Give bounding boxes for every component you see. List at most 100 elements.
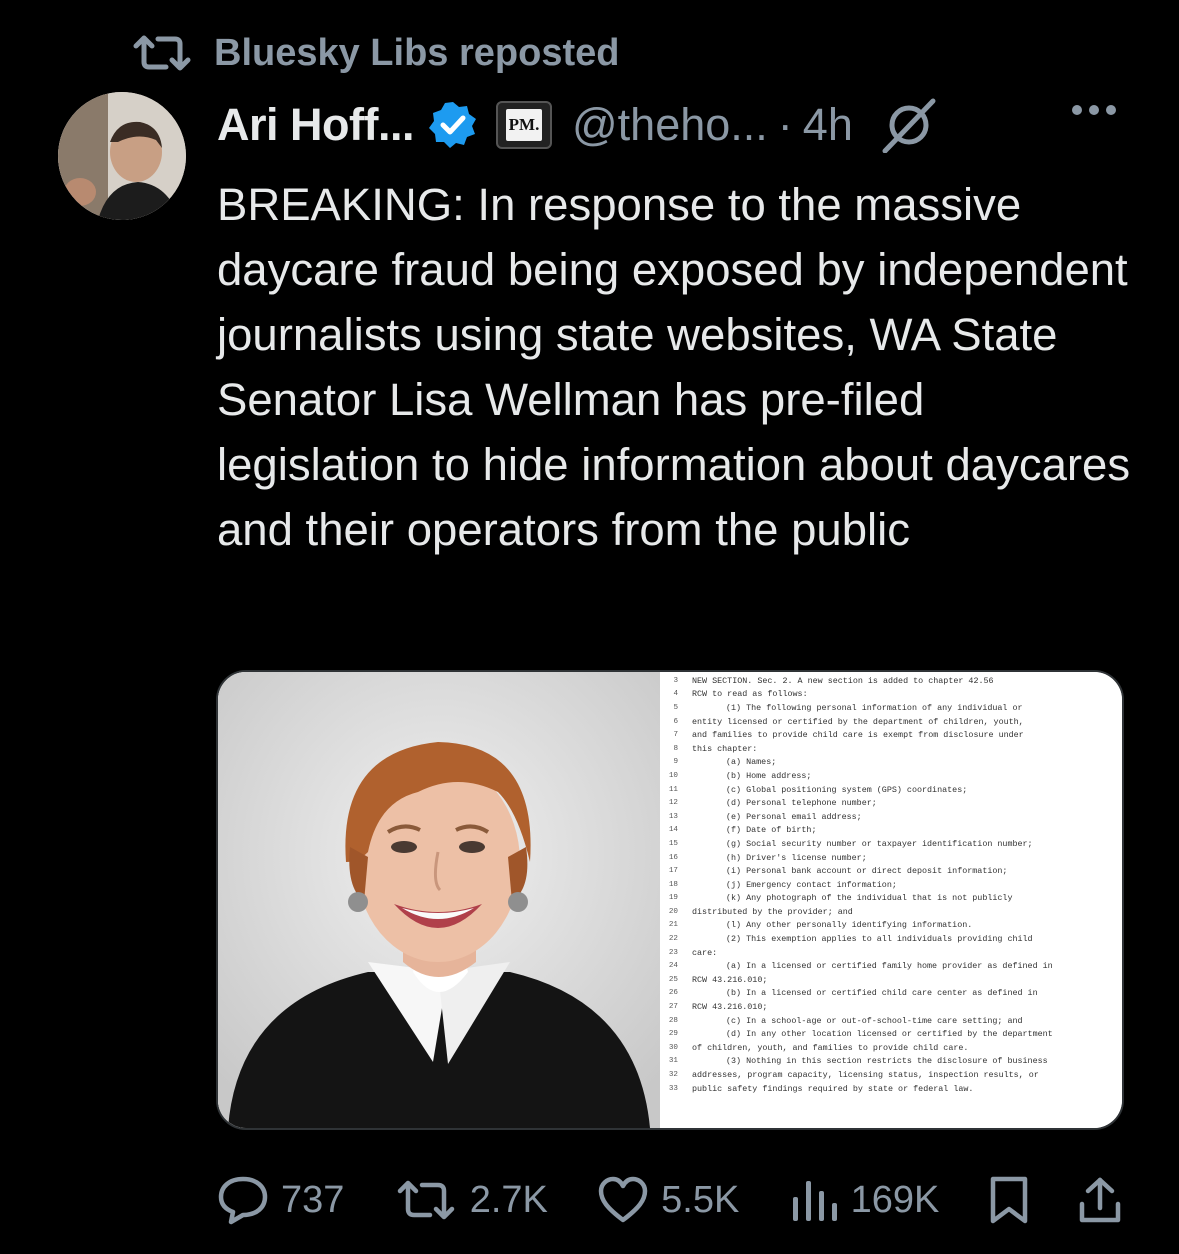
post-time[interactable]: 4h: [803, 99, 853, 151]
document-line: 18 (j) Emergency contact information;: [660, 878, 1122, 892]
action-bar: 737 2.7K 5.5K 169K: [217, 1170, 1122, 1230]
line-text: (a) Names;: [726, 757, 777, 768]
document-line: 27 RCW 43.216.010;: [660, 1000, 1122, 1014]
line-number: 6: [673, 717, 678, 726]
post-media[interactable]: 3 NEW SECTION. Sec. 2. A new section is a…: [216, 670, 1124, 1130]
line-number: 10: [668, 771, 678, 780]
woman-portrait: [218, 672, 660, 1128]
repost-icon: [130, 34, 194, 72]
line-number: 5: [673, 703, 678, 712]
share-button[interactable]: [1078, 1176, 1122, 1224]
document-line: 25 RCW 43.216.010;: [660, 973, 1122, 987]
line-text: and families to provide child care is ex…: [692, 730, 1024, 741]
line-text: (j) Emergency contact information;: [726, 879, 897, 890]
document-line: 21 (l) Any other personally identifying i…: [660, 919, 1122, 933]
affiliate-badge[interactable]: PM.: [495, 101, 552, 149]
views-button[interactable]: 169K: [789, 1177, 940, 1223]
line-text: (h) Driver's license number;: [726, 852, 867, 863]
line-number: 8: [673, 744, 678, 753]
legislation-document: 3 NEW SECTION. Sec. 2. A new section is a…: [660, 672, 1122, 1128]
document-line: 5 (1) The following personal information …: [660, 701, 1122, 715]
like-count: 5.5K: [661, 1178, 740, 1221]
document-line: 32 addresses, program capacity, licensing…: [660, 1068, 1122, 1082]
bookmark-button[interactable]: [989, 1175, 1029, 1225]
repost-context[interactable]: Bluesky Libs reposted: [130, 30, 619, 76]
line-text: (e) Personal email address;: [726, 811, 862, 822]
repost-icon: [394, 1179, 458, 1221]
line-number: 33: [668, 1084, 678, 1093]
affiliate-badge-label: PM.: [505, 109, 543, 141]
document-line: 29 (d) In any other location licensed or …: [660, 1027, 1122, 1041]
line-text: distributed by the provider; and: [692, 906, 853, 917]
line-number: 16: [668, 853, 678, 862]
line-number: 14: [668, 826, 678, 835]
document-line: 11 (c) Global positioning system (GPS) co…: [660, 783, 1122, 797]
line-text: (g) Social security number or taxpayer i…: [726, 838, 1033, 849]
heart-icon: [597, 1176, 649, 1224]
document-line: 30 of children, youth, and families to pr…: [660, 1041, 1122, 1055]
document-line: 22 (2) This exemption applies to all indi…: [660, 932, 1122, 946]
line-number: 18: [668, 880, 678, 889]
repost-button[interactable]: 2.7K: [394, 1179, 548, 1222]
line-number: 22: [668, 935, 678, 944]
reply-icon: [217, 1175, 269, 1225]
views-count: 169K: [850, 1178, 940, 1221]
line-text: (c) In a school-age or out-of-school-tim…: [726, 1015, 1023, 1026]
line-text: of children, youth, and families to prov…: [692, 1042, 969, 1053]
reply-count: 737: [281, 1178, 345, 1221]
post-text: BREAKING: In response to the massive day…: [217, 179, 1131, 555]
line-number: 26: [668, 989, 678, 998]
line-text: (l) Any other personally identifying inf…: [726, 920, 973, 931]
line-number: 23: [668, 948, 678, 957]
line-number: 20: [668, 907, 678, 916]
line-number: 4: [673, 690, 678, 699]
document-line: 26 (b) In a licensed or certified child c…: [660, 987, 1122, 1001]
line-text: addresses, program capacity, licensing s…: [692, 1070, 1039, 1081]
line-number: 12: [668, 799, 678, 808]
line-number: 3: [673, 676, 678, 685]
line-text: RCW 43.216.010;: [692, 1002, 768, 1013]
line-text: public safety findings required by state…: [692, 1083, 974, 1094]
author-name[interactable]: Ari Hoff...: [217, 99, 414, 151]
document-line: 19 (k) Any photograph of the individual t…: [660, 892, 1122, 906]
grok-icon[interactable]: [879, 97, 939, 153]
document-line: 8 this chapter:: [660, 742, 1122, 756]
line-text: (3) Nothing in this section restricts th…: [726, 1056, 1048, 1067]
document-line: 10 (b) Home address;: [660, 769, 1122, 783]
document-line: 31 (3) Nothing in this section restricts …: [660, 1055, 1122, 1069]
post-header: Ari Hoff... PM. @theho... · 4h: [217, 90, 1119, 160]
line-number: 9: [673, 758, 678, 767]
document-line: 14 (f) Date of birth;: [660, 824, 1122, 838]
line-text: entity licensed or certified by the depa…: [692, 716, 1024, 727]
more-icon[interactable]: [1069, 100, 1119, 120]
line-number: 31: [668, 1057, 678, 1066]
bookmark-icon: [989, 1175, 1029, 1225]
line-text: (i) Personal bank account or direct depo…: [726, 866, 1008, 877]
document-line: 9 (a) Names;: [660, 756, 1122, 770]
document-line: 7 and families to provide child care is e…: [660, 728, 1122, 742]
line-number: 21: [668, 921, 678, 930]
line-number: 13: [668, 812, 678, 821]
line-text: RCW to read as follows:: [692, 689, 808, 700]
document-line: 15 (g) Social security number or taxpayer…: [660, 837, 1122, 851]
line-text: care:: [692, 947, 718, 958]
line-number: 11: [668, 785, 678, 794]
like-button[interactable]: 5.5K: [597, 1176, 739, 1224]
line-text: (d) In any other location licensed or ce…: [726, 1029, 1053, 1040]
line-number: 27: [668, 1003, 678, 1012]
verified-badge-icon[interactable]: [428, 100, 478, 150]
avatar[interactable]: [58, 92, 186, 220]
separator: ·: [777, 99, 793, 150]
line-number: 25: [668, 975, 678, 984]
line-text: (b) In a licensed or certified child car…: [726, 988, 1038, 999]
author-handle[interactable]: @theho...: [572, 99, 768, 151]
line-text: this chapter:: [692, 743, 758, 754]
line-number: 7: [673, 731, 678, 740]
line-text: (1) The following personal information o…: [726, 702, 1023, 713]
line-number: 30: [668, 1043, 678, 1052]
line-number: 19: [668, 894, 678, 903]
line-number: 29: [668, 1030, 678, 1039]
repost-count: 2.7K: [469, 1178, 548, 1221]
reply-button[interactable]: 737: [217, 1175, 344, 1225]
line-number: 28: [668, 1016, 678, 1025]
